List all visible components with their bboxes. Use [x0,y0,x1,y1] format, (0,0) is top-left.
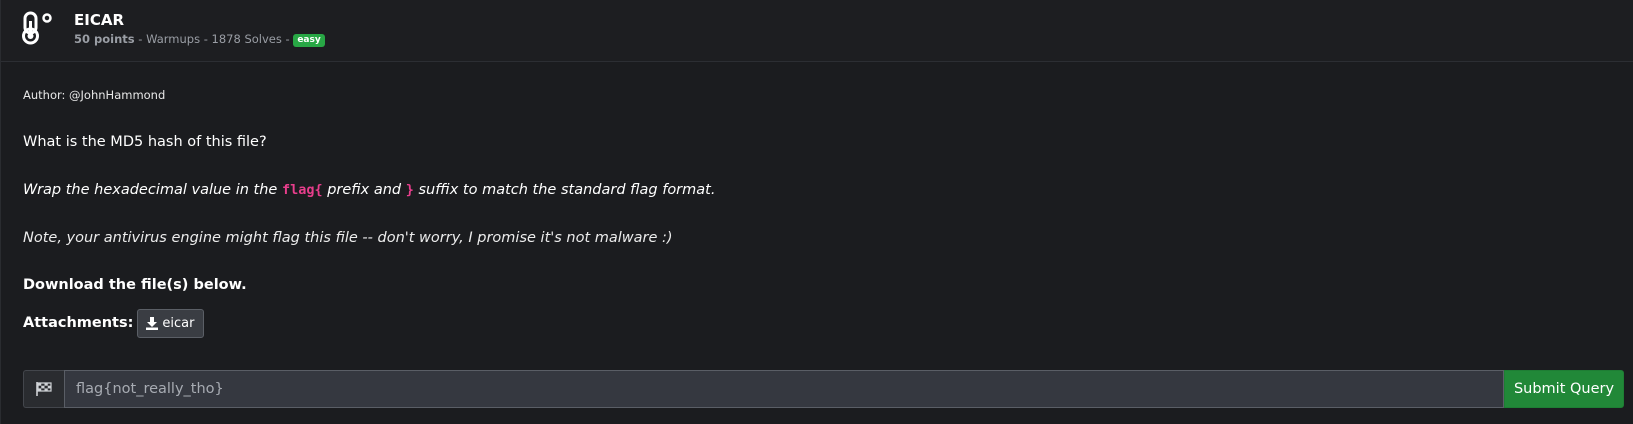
wrap-text-1: Wrap the hexadecimal value in the [23,182,282,198]
question-text: What is the MD5 hash of this file? [23,134,267,150]
flag-input[interactable] [64,370,1504,408]
author-line: Author: @JohnHammond [23,88,166,102]
download-icon [146,317,159,330]
attachment-name: eicar [162,315,195,331]
flag-suffix-code: } [405,182,414,198]
thermometer-icon [22,11,52,45]
attachments-label: Attachments: [23,315,134,331]
wrap-text-2: prefix and [322,182,406,198]
wrap-instructions: Wrap the hexadecimal value in the flag{ … [23,182,715,198]
download-heading: Download the file(s) below. [23,277,247,293]
challenge-card: EICAR 50 points - Warmups - 1878 Solves … [0,0,1633,424]
flag-prefix-code: flag{ [281,182,323,198]
flag-icon-addon [23,370,64,408]
wrap-text-3: suffix to match the standard flag format… [413,182,716,198]
attachment-eicar-button[interactable]: eicar [137,308,204,338]
attachments-row: Attachments: eicar [23,308,204,338]
difficulty-badge: easy [293,34,325,47]
challenge-header: EICAR 50 points - Warmups - 1878 Solves … [1,0,1633,62]
challenge-meta: 50 points - Warmups - 1878 Solves - easy [74,32,325,47]
checkered-flag-icon [36,382,52,396]
challenge-meta-text: - Warmups - 1878 Solves - [134,32,294,46]
challenge-points: 50 points [74,32,135,46]
challenge-title: EICAR [74,11,124,29]
flag-submit-form: Submit Query [23,370,1624,408]
submit-query-button[interactable]: Submit Query [1504,370,1624,408]
antivirus-note: Note, your antivirus engine might flag t… [23,230,673,246]
